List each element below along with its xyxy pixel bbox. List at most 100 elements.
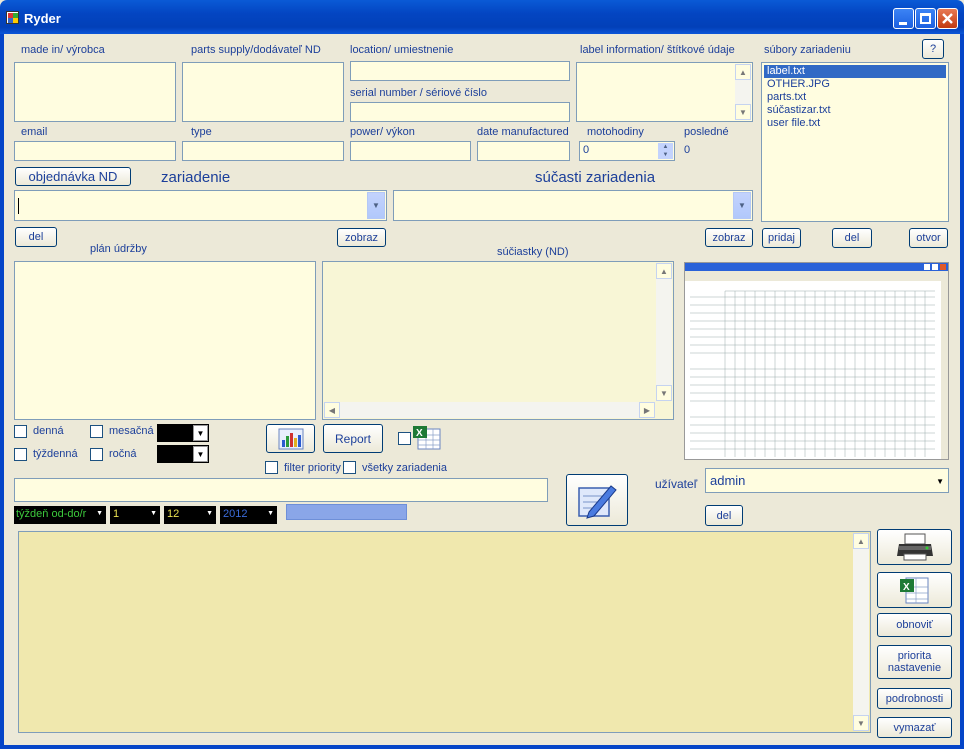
podrobnosti-button[interactable]: podrobnosti (877, 688, 952, 709)
print-button[interactable] (877, 529, 952, 565)
rocna-color-combo[interactable]: ▼ (157, 445, 209, 463)
uzivatel-label: užívateľ (655, 477, 698, 491)
email-label: email (21, 126, 48, 138)
zobraz-device-button[interactable]: zobraz (337, 228, 386, 247)
title-bar[interactable] (0, 0, 964, 34)
type-input[interactable] (182, 141, 344, 161)
tyzdenna-checkbox[interactable] (14, 448, 27, 461)
maintenance-plan-list[interactable] (14, 261, 316, 420)
file-item[interactable]: súčastizar.txt (764, 104, 946, 117)
label-info-textarea[interactable]: ▲ ▼ (576, 62, 753, 122)
file-item[interactable]: OTHER.JPG (764, 78, 946, 91)
log-scrollbar[interactable]: ▲ ▼ (853, 533, 869, 731)
serial-number-label: serial number / sériové číslo (350, 87, 487, 99)
log-textarea[interactable]: ▲ ▼ (18, 531, 871, 733)
suciastky-label: súčiastky (ND) (497, 246, 569, 258)
motohodiny-stepper[interactable]: 0 ▲ ▼ (579, 141, 675, 161)
mesacna-color-combo[interactable]: ▼ (157, 424, 209, 442)
chevron-down-icon[interactable]: ▼ (367, 192, 385, 219)
device-files-list[interactable]: label.txt OTHER.JPG parts.txt súčastizar… (761, 62, 949, 222)
stepper-up-icon[interactable]: ▲ (658, 143, 673, 151)
chevron-down-icon[interactable]: ▼ (193, 446, 208, 462)
date-manufactured-input[interactable] (477, 141, 570, 161)
excel-export-button[interactable]: X (877, 572, 952, 608)
label-info-label: label information/ štítkové údaje (580, 44, 735, 56)
email-input[interactable] (14, 141, 176, 161)
parts-list[interactable]: ▲ ▼ ◀ ▶ (322, 261, 674, 420)
chevron-down-icon[interactable]: ▼ (96, 510, 103, 517)
delete-device-button[interactable]: del (15, 227, 57, 247)
year-value: 2012 (223, 508, 248, 520)
scroll-left-icon[interactable]: ◀ (324, 402, 340, 418)
chevron-down-icon[interactable]: ▼ (150, 510, 157, 517)
help-button[interactable]: ? (922, 39, 944, 59)
svg-text:X: X (903, 582, 910, 593)
denna-checkbox[interactable] (14, 425, 27, 438)
power-input[interactable] (350, 141, 471, 161)
file-item[interactable]: parts.txt (764, 91, 946, 104)
scroll-down-icon[interactable]: ▼ (735, 104, 751, 120)
printer-icon (896, 533, 933, 561)
scroll-up-icon[interactable]: ▲ (735, 64, 751, 80)
edit-button[interactable] (566, 474, 628, 526)
priorita-nastavenie-button[interactable]: priorita nastavenie (877, 645, 952, 679)
parts-supply-field[interactable] (182, 62, 344, 122)
scroll-down-icon[interactable]: ▼ (656, 385, 672, 401)
motohodiny-label: motohodiny (587, 126, 644, 138)
chart-button[interactable] (266, 424, 315, 453)
file-preview-image[interactable] (684, 262, 949, 460)
report-button[interactable]: Report (323, 424, 383, 453)
label-info-scrollbar[interactable]: ▲ ▼ (735, 64, 751, 120)
chevron-down-icon[interactable]: ▼ (936, 477, 944, 486)
chevron-down-icon[interactable]: ▼ (193, 425, 208, 441)
note-input[interactable] (14, 478, 548, 502)
excel-export-checkbox[interactable] (398, 432, 411, 445)
obnovit-button[interactable]: obnoviť (877, 613, 952, 637)
chevron-down-icon[interactable]: ▼ (206, 510, 213, 517)
delete-file-button[interactable]: del (832, 228, 872, 248)
year-combo[interactable]: 2012 ▼ (220, 506, 277, 524)
parts-vscrollbar[interactable]: ▲ ▼ (656, 263, 672, 401)
week-to-value: 12 (167, 508, 180, 520)
serial-number-input[interactable] (350, 102, 570, 122)
otvor-file-button[interactable]: otvor (909, 228, 948, 248)
user-combo[interactable]: admin ▼ (705, 468, 949, 493)
minimize-button[interactable] (893, 8, 914, 29)
scroll-right-icon[interactable]: ▶ (639, 402, 655, 418)
rocna-checkbox[interactable] (90, 448, 103, 461)
week-to-combo[interactable]: 12 ▼ (164, 506, 216, 524)
chevron-down-icon[interactable]: ▼ (733, 192, 751, 219)
sucasti-label: súčasti zariadenia (535, 169, 656, 186)
maximize-button[interactable] (915, 8, 936, 29)
week-combo[interactable]: týždeň od-do/r ▼ (14, 506, 106, 524)
sucasti-combo[interactable]: ▼ (393, 190, 753, 221)
scroll-up-icon[interactable]: ▲ (656, 263, 672, 279)
chevron-down-icon[interactable]: ▼ (267, 510, 274, 517)
week-from-combo[interactable]: 1 ▼ (110, 506, 160, 524)
file-item[interactable]: user file.txt (764, 117, 946, 130)
made-in-field[interactable] (14, 62, 176, 122)
close-button[interactable] (937, 8, 958, 29)
vymazat-button[interactable]: vymazať (877, 717, 952, 738)
spreadsheet-preview-icon (685, 263, 948, 459)
objednavka-button[interactable]: objednávka ND (15, 167, 131, 186)
pridaj-file-button[interactable]: pridaj (762, 228, 801, 248)
scroll-up-icon[interactable]: ▲ (853, 533, 869, 549)
filter-priority-label: filter priority (284, 462, 341, 474)
location-input[interactable] (350, 61, 570, 81)
rocna-label: ročná (109, 448, 137, 460)
vsetky-zariadenia-checkbox[interactable] (343, 461, 356, 474)
posledne-value: 0 (684, 144, 691, 156)
scroll-down-icon[interactable]: ▼ (853, 715, 869, 731)
file-item[interactable]: label.txt (764, 65, 946, 78)
zariadenie-combo[interactable]: ▼ (14, 190, 387, 221)
delete-user-button[interactable]: del (705, 505, 743, 526)
close-icon (942, 13, 953, 24)
mesacna-checkbox[interactable] (90, 425, 103, 438)
date-manufactured-label: date manufactured (477, 126, 569, 138)
filter-priority-checkbox[interactable] (265, 461, 278, 474)
zobraz-parts-button[interactable]: zobraz (705, 228, 753, 247)
stepper-down-icon[interactable]: ▼ (658, 151, 673, 159)
denna-label: denná (33, 425, 64, 437)
parts-hscrollbar[interactable]: ◀ ▶ (324, 402, 655, 418)
